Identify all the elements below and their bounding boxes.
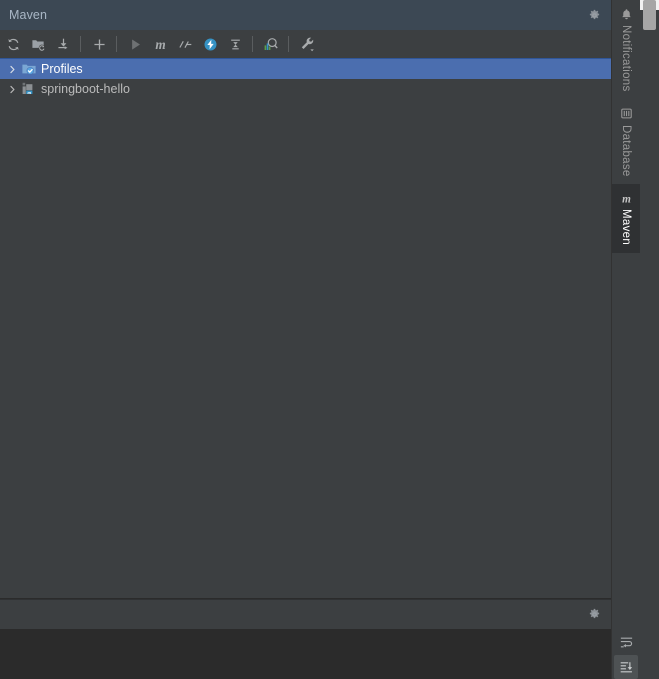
- run-maven-build-button[interactable]: [123, 32, 147, 56]
- stripe-tab-label: Notifications: [620, 25, 632, 92]
- stripe-tab-maven[interactable]: m Maven: [612, 184, 640, 254]
- tree-node-profiles[interactable]: Profiles: [0, 59, 631, 79]
- svg-text:m: m: [28, 90, 32, 95]
- bell-icon: [620, 6, 633, 22]
- scrollbar-thumb[interactable]: [643, 0, 656, 30]
- svg-text:m: m: [622, 193, 631, 205]
- stripe-tab-notifications[interactable]: Notifications: [612, 0, 640, 100]
- maven-settings-button[interactable]: [295, 32, 319, 56]
- toolbar-separator-4: [288, 36, 289, 52]
- console-output[interactable]: [0, 629, 631, 679]
- gear-icon[interactable]: [583, 4, 605, 26]
- tree-node-springboot-hello[interactable]: m springboot-hello: [0, 79, 631, 99]
- toolbar-separator-2: [116, 36, 117, 52]
- add-button[interactable]: [87, 32, 111, 56]
- stripe-tab-label: Database: [620, 124, 632, 177]
- toggle-offline-mode-button[interactable]: [198, 32, 222, 56]
- database-icon: [620, 106, 633, 122]
- profiles-folder-icon: [20, 61, 38, 77]
- stripe-tab-database[interactable]: Database: [612, 100, 640, 185]
- page-title: Maven: [9, 8, 48, 22]
- download-sources-button[interactable]: [51, 32, 75, 56]
- chevron-right-icon[interactable]: [4, 61, 20, 77]
- right-tool-window-stripe: Notifications Database m Maven: [611, 0, 640, 679]
- m-letter-icon: m: [619, 190, 634, 206]
- execute-maven-goal-button[interactable]: m: [148, 32, 172, 56]
- tree-node-label: Profiles: [41, 62, 83, 76]
- bottom-panel-header: [0, 599, 631, 629]
- chevron-right-icon[interactable]: [4, 81, 20, 97]
- maven-toolbar: m: [0, 30, 631, 59]
- editor-scrollbar-column[interactable]: [640, 0, 659, 679]
- toolbar-separator-1: [80, 36, 81, 52]
- tool-window-titlebar: Maven: [0, 0, 631, 30]
- maven-tool-window: Maven m Profiles m springboot-hello: [0, 0, 631, 598]
- collapse-all-button[interactable]: [223, 32, 247, 56]
- add-maven-project-button[interactable]: [26, 32, 50, 56]
- show-dependencies-button[interactable]: [259, 32, 283, 56]
- maven-projects-tree[interactable]: Profiles m springboot-hello: [0, 59, 631, 598]
- tree-node-label: springboot-hello: [41, 82, 130, 96]
- console-gutter-toolbar: [612, 629, 640, 679]
- toolbar-separator-3: [252, 36, 253, 52]
- maven-tool-window-screenshot: Maven m Profiles m springboot-hello Noti…: [0, 0, 659, 679]
- bottom-panel: [0, 598, 631, 679]
- stripe-tab-label: Maven: [620, 209, 632, 246]
- soft-wrap-button[interactable]: [614, 630, 638, 654]
- gear-icon[interactable]: [583, 604, 605, 626]
- reload-all-maven-projects-button[interactable]: [1, 32, 25, 56]
- scroll-to-end-button[interactable]: [614, 655, 638, 679]
- skip-tests-button[interactable]: [173, 32, 197, 56]
- maven-module-icon: m: [20, 81, 38, 97]
- svg-text:m: m: [155, 37, 165, 52]
